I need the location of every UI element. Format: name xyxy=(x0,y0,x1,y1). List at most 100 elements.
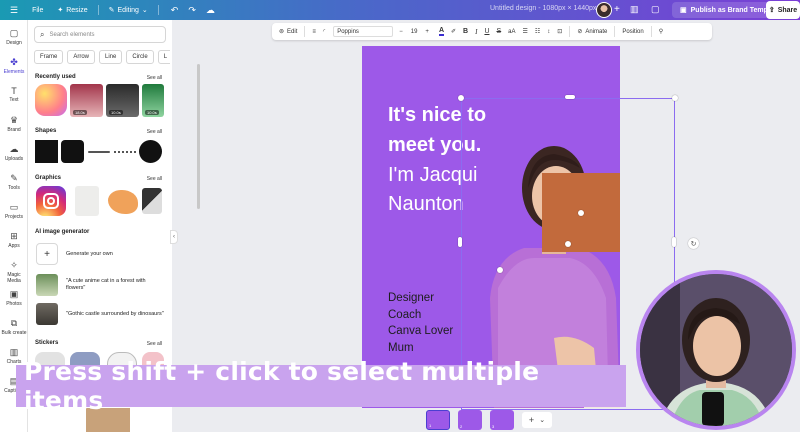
underline-button[interactable]: U xyxy=(484,28,489,35)
recent-video-2[interactable]: 10.0s xyxy=(106,84,139,117)
chip-frame[interactable]: Frame xyxy=(34,50,64,64)
fold-graphic[interactable] xyxy=(142,188,162,214)
rail-item-apps[interactable]: ⊞ Apps xyxy=(0,231,28,249)
roles-text[interactable]: Designer Coach Canva Lover Mum xyxy=(388,290,453,356)
resize-icon: ✦ xyxy=(57,7,64,14)
edit-button[interactable]: ⊚ Edit xyxy=(279,28,297,36)
search-input[interactable]: ⌕ Search elements xyxy=(34,26,166,43)
strikethrough-button[interactable]: S xyxy=(497,28,502,35)
rail-label: Magic Media xyxy=(7,272,21,284)
panel-scrollbar[interactable] xyxy=(197,64,200,209)
rail-label: Bulk create xyxy=(1,330,27,336)
graphics-see-all[interactable]: See all xyxy=(147,176,162,182)
font-family-select[interactable]: Poppins xyxy=(333,26,394,37)
element-anchor-handle[interactable] xyxy=(497,267,503,273)
document-title[interactable]: Untitled design - 1080px × 1440px xyxy=(490,5,596,12)
position-button[interactable]: Position xyxy=(622,29,643,35)
rail-item-photos[interactable]: ▣ Photos xyxy=(0,289,28,307)
generate-own-label: Generate your own xyxy=(66,250,113,257)
text-color-icon[interactable]: A xyxy=(438,27,444,36)
resize-label: Resize xyxy=(66,6,88,14)
square-shape[interactable] xyxy=(35,140,58,163)
prompt-suggestion-2[interactable]: "Gothic castle surrounded by dinosaurs" xyxy=(36,303,166,325)
rotate-icon[interactable]: ↻ xyxy=(688,238,699,249)
spacing-icon[interactable]: ↕ xyxy=(547,29,550,35)
rail-item-bulk-create[interactable]: ⧉ Bulk create xyxy=(0,318,28,336)
stickers-title: Stickers xyxy=(35,340,59,346)
line-style-icon[interactable]: ≡ xyxy=(312,29,316,35)
editor-toolbar: ⊚ Edit ≡ ◜ Poppins − 19 + A ✐ B I U S aA … xyxy=(272,23,712,40)
paper-graphic[interactable] xyxy=(75,186,99,216)
file-menu[interactable]: File xyxy=(32,7,43,14)
prompt-suggestion-1[interactable]: "A cute anime cat in a forest with flowe… xyxy=(36,274,166,296)
resize-handle-top-left[interactable] xyxy=(458,95,464,101)
italic-button[interactable]: I xyxy=(475,28,477,36)
menu-icon[interactable]: ☰ xyxy=(10,5,18,16)
rail-item-uploads[interactable]: ☁ Uploads xyxy=(0,144,28,162)
resize-button[interactable]: ✦ Resize xyxy=(57,6,88,15)
dotted-line-shape[interactable] xyxy=(114,151,136,153)
text-case-icon[interactable]: aA xyxy=(508,29,515,35)
font-size-input[interactable]: 19 xyxy=(411,29,418,35)
rail-label: Brand xyxy=(7,127,21,133)
recent-gradient-blob[interactable] xyxy=(35,84,67,116)
template-icon: ▣ xyxy=(680,7,687,14)
chip-circle[interactable]: Circle xyxy=(126,50,154,64)
solid-line-shape[interactable] xyxy=(88,151,110,153)
chip-line[interactable]: Line xyxy=(99,50,123,64)
animate-button[interactable]: ⊘ Animate xyxy=(577,28,607,36)
user-avatar[interactable] xyxy=(596,2,612,18)
resize-handle-right[interactable] xyxy=(672,237,676,247)
increase-size-button[interactable]: + xyxy=(425,29,429,35)
decrease-size-button[interactable]: − xyxy=(399,29,403,35)
recently-used-see-all[interactable]: See all xyxy=(147,75,162,81)
cloud-save-icon[interactable]: ☁ xyxy=(206,5,215,16)
share-button[interactable]: ⇪ Share xyxy=(766,1,800,19)
stickers-see-all[interactable]: See all xyxy=(147,341,162,347)
chip-arrow[interactable]: Arrow xyxy=(67,50,96,64)
add-collaborator-icon[interactable]: + xyxy=(614,4,620,15)
plus-icon: + xyxy=(36,243,58,265)
recent-video-1[interactable]: 18.0s xyxy=(70,84,103,117)
comment-icon[interactable]: ▢ xyxy=(651,4,660,15)
resize-handle-top[interactable] xyxy=(565,95,575,99)
resize-handle-top-right[interactable] xyxy=(672,95,678,101)
prompt-1-text: "A cute anime cat in a forest with flowe… xyxy=(66,278,146,291)
shapes-see-all[interactable]: See all xyxy=(147,129,162,135)
rail-item-text[interactable]: T Text xyxy=(0,86,28,103)
plus-icon: + xyxy=(528,415,535,425)
undo-button[interactable]: ↶ xyxy=(171,5,179,16)
rail-label: Photos xyxy=(6,301,22,307)
highlight-icon[interactable]: ✐ xyxy=(451,28,456,35)
element-center-handle[interactable] xyxy=(578,210,584,216)
paint-format-icon[interactable]: ⚲ xyxy=(659,28,663,35)
collapse-panel-button[interactable]: ‹ xyxy=(170,230,178,244)
orange-blob-graphic[interactable] xyxy=(108,190,138,214)
rounded-square-shape[interactable] xyxy=(61,140,84,163)
generate-own-row[interactable]: + Generate your own xyxy=(36,243,166,265)
recent-video-3[interactable]: 10.0s xyxy=(142,84,164,117)
rail-item-design[interactable]: ▢ Design xyxy=(0,28,28,46)
role-4: Mum xyxy=(388,341,414,354)
resize-handle-left[interactable] xyxy=(458,237,462,247)
rail-item-elements[interactable]: ✤ Elements xyxy=(0,57,28,75)
search-icon: ⌕ xyxy=(40,29,45,39)
element-bottom-handle[interactable] xyxy=(565,241,571,247)
rail-item-magic-media[interactable]: ✧ Magic Media xyxy=(0,260,28,284)
rail-item-tools[interactable]: ✎ Tools xyxy=(0,173,28,191)
analytics-icon[interactable]: ▥ xyxy=(630,4,639,15)
rail-item-projects[interactable]: ▭ Projects xyxy=(0,202,28,220)
rail-item-brand[interactable]: ♛ Brand xyxy=(0,115,28,133)
editing-mode-button[interactable]: ✎ Editing ⌄ xyxy=(109,6,148,15)
list-icon[interactable]: ☷ xyxy=(535,28,540,35)
bold-button[interactable]: B xyxy=(463,28,468,35)
circle-shape[interactable] xyxy=(139,140,162,163)
redo-button[interactable]: ↷ xyxy=(188,5,196,16)
rail-label: Apps xyxy=(8,243,20,249)
align-icon[interactable]: ☰ xyxy=(523,28,528,35)
chip-more[interactable]: L xyxy=(157,50,170,64)
corner-rounding-icon[interactable]: ◜ xyxy=(323,28,325,35)
edit-icon: ⊚ xyxy=(279,29,285,35)
text-effects-icon[interactable]: ⊡ xyxy=(557,28,562,35)
instagram-icon[interactable] xyxy=(36,186,66,216)
